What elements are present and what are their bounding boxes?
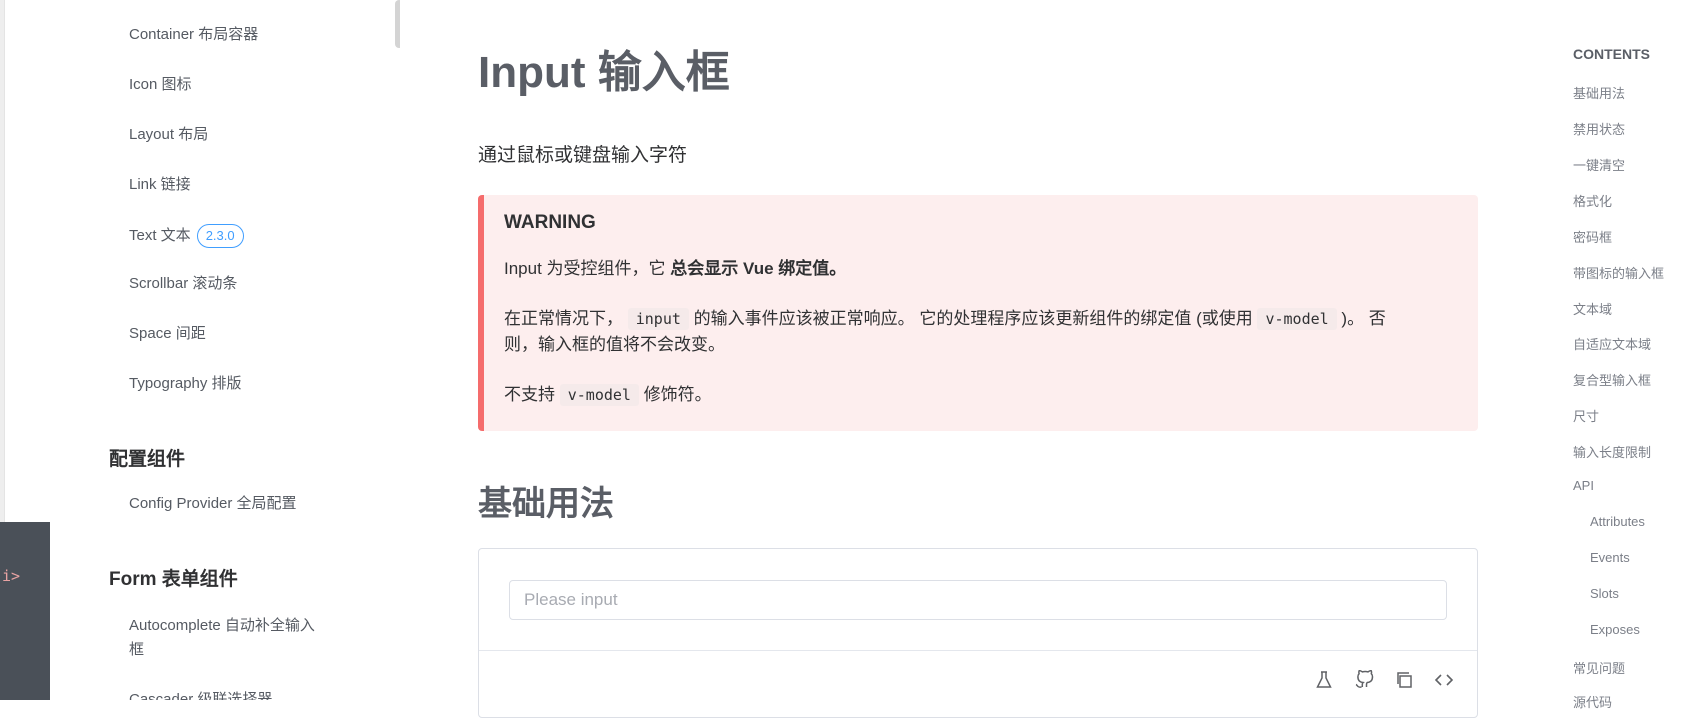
warning-paragraph-3: 不支持 v-model 修饰符。: [504, 382, 1458, 408]
toc-item[interactable]: 格式化: [1573, 191, 1612, 210]
page-title: Input 输入框: [478, 48, 730, 97]
github-icon[interactable]: [1353, 669, 1375, 691]
warning-text: 的输入事件应该被正常响应。 它的处理程序应该更新组件的绑定值 (或使用: [693, 309, 1253, 328]
inline-code: v-model: [559, 384, 639, 406]
sidebar-item-scrollbar[interactable]: Scrollbar 滚动条: [129, 274, 237, 294]
demo-text-input[interactable]: [509, 580, 1447, 620]
sidebar-group-form-heading: Form 表单组件: [109, 569, 238, 590]
toc-item[interactable]: API: [1573, 478, 1594, 493]
warning-text: 修饰符。: [643, 385, 712, 404]
toc-item[interactable]: 自适应文本域: [1573, 334, 1651, 353]
warning-paragraph-2: 在正常情况下， input 的输入事件应该被正常响应。 它的处理程序应该更新组件…: [504, 306, 1458, 358]
toc-title: CONTENTS: [1573, 46, 1650, 62]
sidebar-item-config-provider[interactable]: Config Provider 全局配置: [129, 494, 297, 514]
inline-code: input: [627, 308, 689, 330]
toc-subitem[interactable]: Events: [1590, 550, 1630, 565]
toc-item[interactable]: 常见问题: [1573, 658, 1625, 677]
demo-divider: [479, 650, 1477, 651]
version-badge: 2.3.0: [196, 224, 244, 248]
toc-item[interactable]: 密码框: [1573, 227, 1612, 246]
sidebar-item-container[interactable]: Container 布局容器: [129, 25, 258, 45]
warning-callout: WARNING Input 为受控组件，它 总会显示 Vue 绑定值。 在正常情…: [478, 195, 1478, 431]
warning-text: 不支持: [504, 385, 555, 404]
inline-code: v-model: [1257, 308, 1337, 330]
floating-code-panel[interactable]: i>: [0, 522, 50, 700]
sidebar-item-label: Text 文本: [129, 226, 191, 244]
page-description: 通过鼠标或键盘输入字符: [478, 145, 688, 166]
code-snippet-text: i>: [2, 567, 21, 585]
toc-item[interactable]: 带图标的输入框: [1573, 263, 1664, 282]
toc-item[interactable]: 源代码: [1573, 692, 1612, 711]
demo-block: [478, 548, 1478, 718]
warning-text: 在正常情况下，: [504, 309, 623, 328]
toc-item[interactable]: 基础用法: [1573, 83, 1625, 102]
warning-bold-text: 总会显示 Vue 绑定值。: [670, 259, 847, 278]
warning-paragraph-1: Input 为受控组件，它 总会显示 Vue 绑定值。: [504, 256, 1458, 282]
playground-flask-icon[interactable]: [1313, 669, 1335, 691]
sidebar-item-link[interactable]: Link 链接: [129, 175, 191, 195]
copy-icon[interactable]: [1393, 669, 1415, 691]
warning-text: )。 否: [1341, 309, 1386, 328]
warning-text: Input 为受控组件，它: [504, 259, 671, 278]
section-title-basic-usage: 基础用法: [478, 485, 614, 523]
sidebar-item-label-line1: Autocomplete 自动补全输入: [129, 617, 315, 634]
toc-item[interactable]: 输入长度限制: [1573, 442, 1651, 461]
toc-subitem[interactable]: Attributes: [1590, 514, 1645, 529]
toc-item[interactable]: 一键清空: [1573, 155, 1625, 174]
demo-toolbar: [1313, 669, 1455, 691]
sidebar-scrollbar-thumb[interactable]: [395, 0, 400, 48]
sidebar-item-layout[interactable]: Layout 布局: [129, 125, 208, 145]
warning-text: 则，输入框的值将不会改变。: [504, 335, 725, 354]
sidebar-item-text[interactable]: Text 文本 2.3.0: [129, 224, 244, 248]
toc-item[interactable]: 尺寸: [1573, 406, 1599, 425]
toc-subitem[interactable]: Slots: [1590, 586, 1619, 601]
sidebar-nav: Container 布局容器 Icon 图标 Layout 布局 Link 链接…: [5, 0, 400, 700]
sidebar-item-typography[interactable]: Typography 排版: [129, 374, 242, 394]
sidebar-item-autocomplete[interactable]: Autocomplete 自动补全输入 框: [129, 614, 315, 662]
sidebar-group-config-heading: 配置组件: [109, 449, 186, 470]
code-icon[interactable]: [1433, 669, 1455, 691]
sidebar-item-space[interactable]: Space 间距: [129, 324, 206, 344]
sidebar-item-icon[interactable]: Icon 图标: [129, 75, 192, 95]
sidebar-item-label-line2: 框: [129, 641, 145, 658]
toc-item[interactable]: 禁用状态: [1573, 119, 1625, 138]
toc-item[interactable]: 文本域: [1573, 299, 1612, 318]
warning-title: WARNING: [504, 212, 596, 233]
toc-subitem[interactable]: Exposes: [1590, 622, 1640, 637]
sidebar-item-cascader[interactable]: Cascader 级联选择器: [129, 690, 272, 700]
toc-item[interactable]: 复合型输入框: [1573, 370, 1651, 389]
